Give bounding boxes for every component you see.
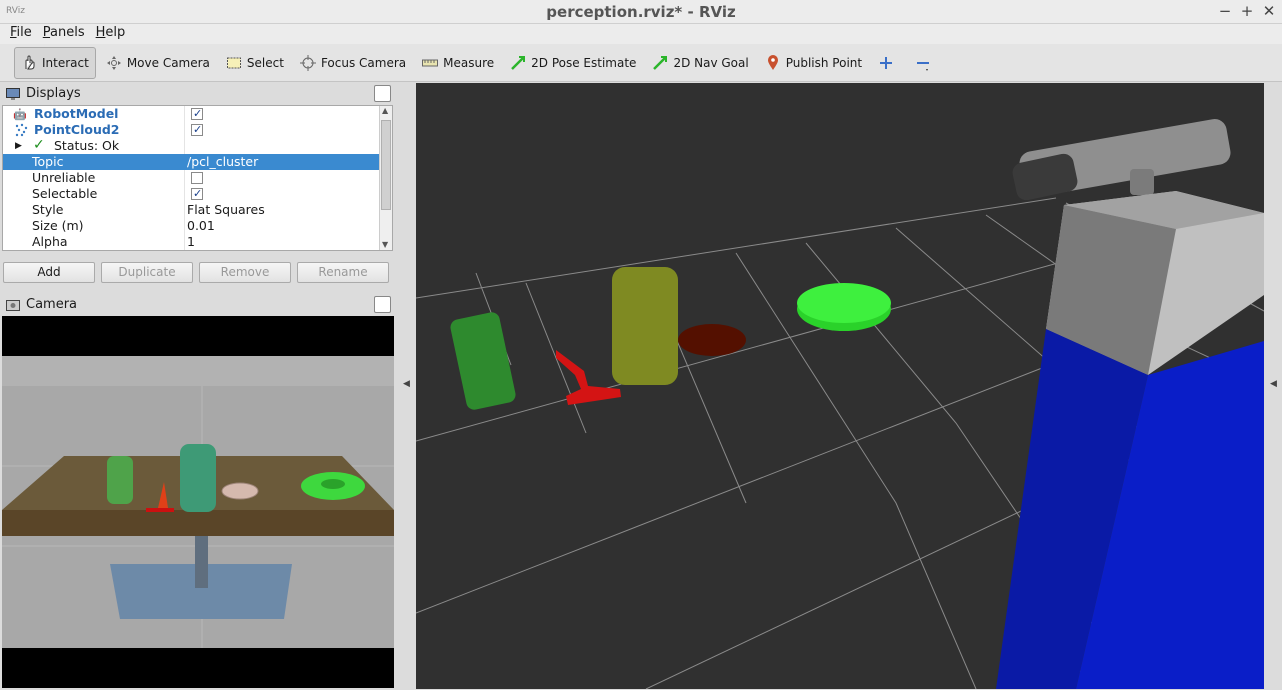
tree-row-selectable[interactable]: Selectable [3,186,392,202]
toolbar: Interact Move Camera Select Focus Camera… [0,44,1282,82]
scroll-down-icon[interactable]: ▼ [382,240,388,249]
publish-point-icon [767,54,778,70]
left-splitter[interactable]: ◀ [400,83,414,689]
move-camera-icon [106,55,121,70]
pointcloud-icon [15,123,28,137]
style-value[interactable]: Flat Squares [187,202,265,218]
tree-row-unreliable[interactable]: Unreliable [3,170,392,186]
size-value[interactable]: 0.01 [187,218,215,234]
menu-help[interactable]: Help [90,24,131,44]
remove-button[interactable]: Remove [199,262,291,283]
topic-label: Topic [32,154,64,169]
focus-camera-icon [299,54,316,71]
focus-camera-tool[interactable]: Focus Camera [294,47,412,79]
minimize-icon[interactable]: − [1218,2,1232,20]
displays-title: Displays [26,86,81,101]
camera-title: Camera [26,297,78,312]
move-camera-tool[interactable]: Move Camera [100,47,216,79]
style-label: Style [32,202,64,217]
displays-tree[interactable]: 🤖 RobotModel PointCloud2 ▶ ✓ Status: Ok … [2,105,393,251]
add-tool-button[interactable] [872,47,905,79]
topic-value[interactable]: /pcl_cluster [187,154,258,170]
plus-icon [880,56,893,69]
nav-goal-tool[interactable]: 2D Nav Goal [646,47,754,79]
displays-button-row: Add Duplicate Remove Rename [3,262,389,283]
tree-row-status[interactable]: ▶ ✓ Status: Ok [3,137,392,154]
camera-icon [6,299,20,311]
measure-icon [422,59,439,66]
alpha-label: Alpha [32,234,68,249]
3d-scene [416,119,1264,689]
tree-row-alpha[interactable]: Alpha 1 [3,234,392,250]
camera-pane-header: Camera [0,294,394,315]
interact-tool[interactable]: Interact [14,46,96,79]
maximize-icon[interactable]: + [1240,2,1254,20]
monitor-icon [6,87,20,99]
alpha-value[interactable]: 1 [187,234,195,250]
window-title: perception.rviz* - RViz [546,3,736,21]
tree-row-style[interactable]: Style Flat Squares [3,202,392,218]
select-icon [226,57,241,68]
pose-estimate-tool[interactable]: 2D Pose Estimate [504,47,642,79]
menu-file[interactable]: File [0,24,37,44]
collapse-right-icon[interactable]: ◀ [1270,379,1277,389]
nav-goal-icon [653,55,668,70]
status-ok-icon: ✓ [33,137,45,153]
size-label: Size (m) [32,218,84,233]
camera-scene [2,316,394,688]
title-bar: RViz perception.rviz* - RViz − + ✕ [0,0,1282,24]
tree-row-topic[interactable]: Topic /pcl_cluster [3,154,392,170]
displays-undock-button[interactable] [374,85,391,102]
measure-tool[interactable]: Measure [416,47,500,79]
expand-arrow-icon[interactable]: ▶ [15,138,22,154]
focus-camera-label: Focus Camera [320,55,407,70]
scroll-up-icon[interactable]: ▲ [382,106,388,115]
right-splitter[interactable]: ◀ [1266,83,1282,689]
publish-point-tool[interactable]: Publish Point [759,47,868,79]
nav-goal-label: 2D Nav Goal [673,55,749,70]
select-tool[interactable]: Select [220,47,290,79]
duplicate-button[interactable]: Duplicate [101,262,193,283]
move-camera-label: Move Camera [126,55,210,70]
interact-label: Interact [42,55,89,70]
menu-bar: File Panels Help [0,24,1282,44]
camera-undock-button[interactable] [374,296,391,313]
remove-tool-button[interactable] [909,47,942,79]
pose-estimate-label: 2D Pose Estimate [531,55,637,70]
menu-panels[interactable]: Panels [37,24,90,44]
displays-scrollbar[interactable]: ▲ ▼ [379,106,392,250]
rename-button[interactable]: Rename [297,262,389,283]
measure-label: Measure [443,55,495,70]
selectable-checkbox[interactable] [191,186,203,202]
select-label: Select [246,55,284,70]
3d-render-view[interactable] [416,83,1264,689]
robotmodel-checkbox[interactable] [191,106,203,122]
pointcloud2-checkbox[interactable] [191,122,203,138]
add-button[interactable]: Add [3,262,95,283]
close-icon[interactable]: ✕ [1262,2,1276,20]
collapse-left-icon[interactable]: ◀ [403,379,410,389]
pose-estimate-icon [511,55,526,70]
publish-point-label: Publish Point [785,55,863,70]
robot-icon: 🤖 [13,108,27,121]
status-label: Status: Ok [54,138,120,153]
camera-image[interactable] [2,316,394,688]
unreliable-label: Unreliable [32,170,96,185]
displays-pane-header: Displays [0,83,394,104]
tree-row-pointcloud2[interactable]: PointCloud2 [3,122,392,138]
robotmodel-label: RobotModel [34,106,119,121]
pointcloud2-label: PointCloud2 [34,122,120,137]
tree-row-size[interactable]: Size (m) 0.01 [3,218,392,234]
scroll-thumb[interactable] [381,120,391,210]
selectable-label: Selectable [32,186,98,201]
tree-row-robotmodel[interactable]: 🤖 RobotModel [3,106,392,122]
unreliable-checkbox[interactable] [191,172,203,184]
minus-icon [917,61,930,71]
hand-icon [25,55,35,69]
